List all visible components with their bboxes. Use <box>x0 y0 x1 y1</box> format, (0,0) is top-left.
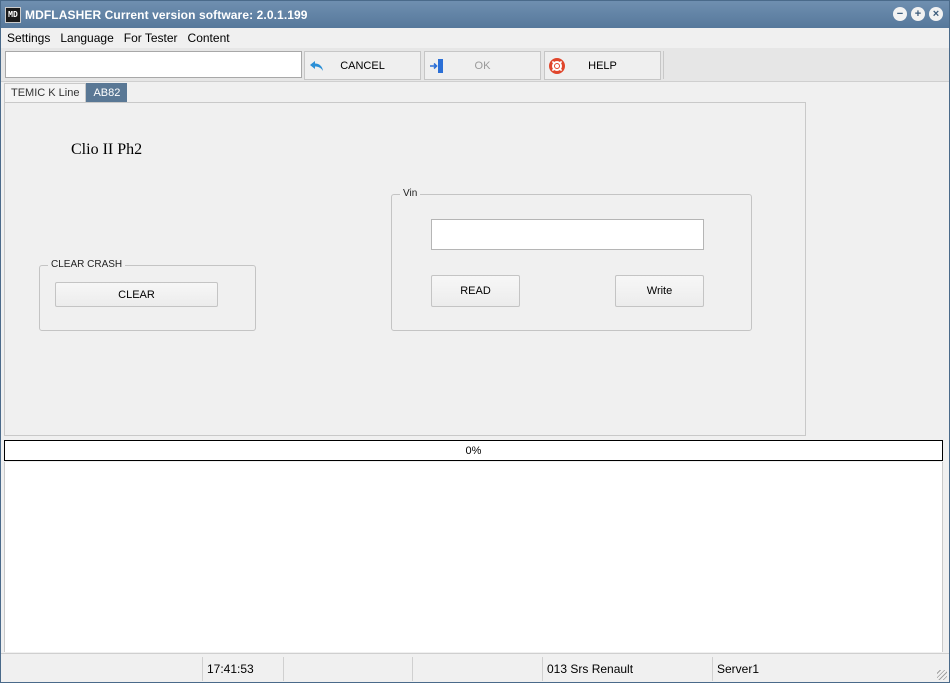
lifebuoy-icon <box>549 58 565 74</box>
minimize-icon[interactable]: − <box>893 7 907 21</box>
search-input[interactable] <box>5 51 302 78</box>
cancel-label: CANCEL <box>340 59 385 72</box>
progress-bar: 0% <box>4 440 943 461</box>
tab-strip: TEMIC K Line AB82 <box>4 83 128 102</box>
toolbar: CANCEL OK HELP <box>1 48 949 82</box>
status-time: 17:41:53 <box>202 657 283 681</box>
clear-crash-group: CLEAR CRASH CLEAR <box>39 259 256 331</box>
window-title: MDFLASHER Current version software: 2.0.… <box>25 7 308 22</box>
vin-field[interactable] <box>431 219 704 250</box>
close-icon[interactable]: × <box>929 7 943 21</box>
cancel-button[interactable]: CANCEL <box>304 51 421 80</box>
status-server: Server1 <box>712 657 932 681</box>
read-button[interactable]: READ <box>431 275 520 307</box>
help-button[interactable]: HELP <box>544 51 661 80</box>
app-logo-icon: MD <box>5 6 21 23</box>
status-cell-3 <box>283 657 412 681</box>
status-cell-4 <box>412 657 542 681</box>
menu-content[interactable]: Content <box>188 31 230 45</box>
clear-button[interactable]: CLEAR <box>55 282 218 307</box>
exit-door-icon <box>430 59 443 73</box>
menu-language[interactable]: Language <box>60 31 113 45</box>
menu-bar: Settings Language For Tester Content <box>1 28 949 48</box>
maximize-icon[interactable]: + <box>911 7 925 21</box>
undo-arrow-icon <box>310 61 323 71</box>
log-area[interactable] <box>4 462 943 652</box>
ok-button[interactable]: OK <box>424 51 541 80</box>
vin-group: Vin READ Write <box>391 188 752 331</box>
status-cell-1 <box>4 657 202 681</box>
title-bar[interactable]: MD MDFLASHER Current version software: 2… <box>1 1 949 28</box>
status-bar: 17:41:53 013 Srs Renault Server1 <box>1 653 949 682</box>
window-controls: − + × <box>893 7 943 21</box>
help-label: HELP <box>588 59 617 72</box>
vehicle-model-title: Clio II Ph2 <box>71 141 143 158</box>
tab-ab82[interactable]: AB82 <box>86 83 128 102</box>
main-window: MD MDFLASHER Current version software: 2… <box>0 0 950 683</box>
resize-grip[interactable] <box>937 670 947 680</box>
write-button[interactable]: Write <box>615 275 704 307</box>
clear-crash-legend: CLEAR CRASH <box>48 259 126 270</box>
tab-temic-k-line[interactable]: TEMIC K Line <box>4 83 87 102</box>
toolbar-divider <box>663 51 664 79</box>
menu-settings[interactable]: Settings <box>7 31 50 45</box>
progress-text: 0% <box>465 444 482 457</box>
status-ecu: 013 Srs Renault <box>542 657 712 681</box>
vin-legend: Vin <box>400 188 421 199</box>
tab-panel: Clio II Ph2 CLEAR CRASH CLEAR Vin READ W… <box>4 102 806 436</box>
ok-label: OK <box>474 59 491 72</box>
menu-for-tester[interactable]: For Tester <box>124 31 178 45</box>
